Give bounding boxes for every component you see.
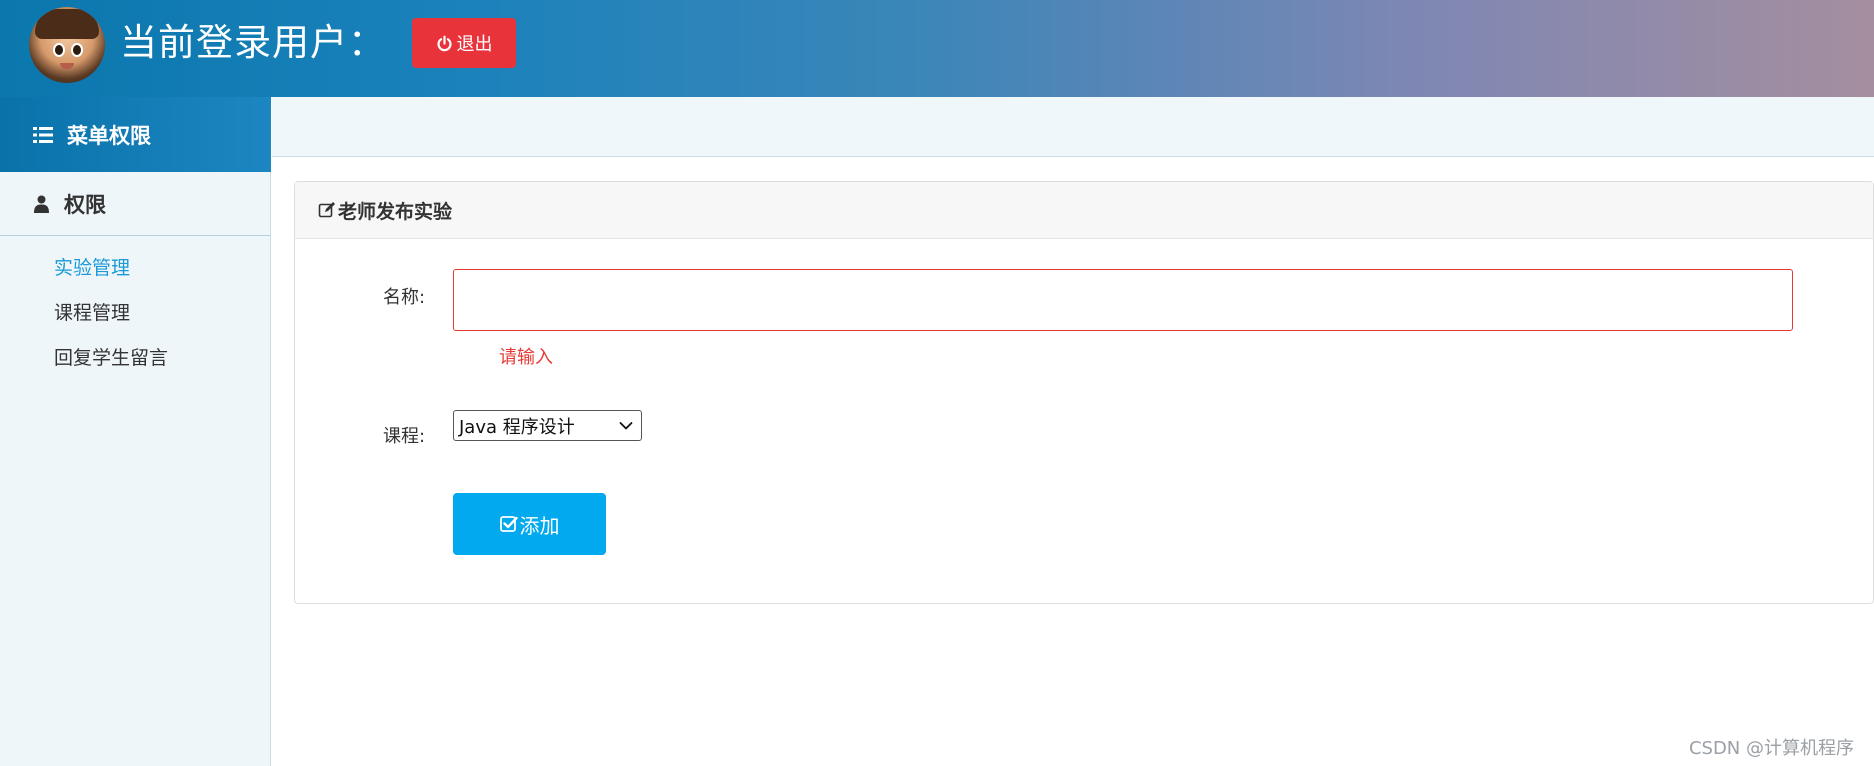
sidebar-heading: 菜单权限 [0,97,271,172]
logout-button[interactable]: 退出 [412,18,516,68]
panel-title: 老师发布实验 [338,200,453,223]
publish-experiment-panel: 老师发布实验 名称: 请输入 课程: Java 程序设计 添加 [294,181,1874,604]
sidebar-item-experiment-management[interactable]: 实验管理 [0,246,270,291]
course-select[interactable]: Java 程序设计 [453,410,642,441]
course-selected-value: Java 程序设计 [459,416,575,438]
name-label: 名称: [383,287,426,308]
add-button[interactable]: 添加 [453,493,606,555]
sidebar-heading-label: 菜单权限 [67,123,151,148]
course-label: 课程: [383,426,426,447]
sidebar-section-permissions[interactable]: 权限 [0,172,270,236]
current-user-label: 当前登录用户： [120,21,386,64]
sidebar-menu: 实验管理 课程管理 回复学生留言 [0,236,270,381]
edit-icon [318,202,335,218]
add-button-label: 添加 [519,513,560,538]
check-square-icon [499,516,518,532]
chevron-down-icon [619,421,633,429]
name-input[interactable] [453,269,1793,331]
sidebar-item-reply-messages[interactable]: 回复学生留言 [0,336,270,381]
sidebar-section-label: 权限 [64,192,106,217]
name-error-message: 请输入 [499,347,553,368]
logout-label: 退出 [456,34,493,55]
user-icon [34,195,49,213]
list-icon [33,126,53,143]
user-avatar[interactable] [29,7,105,83]
sidebar-item-course-management[interactable]: 课程管理 [0,291,270,336]
sidebar: 菜单权限 权限 实验管理 课程管理 回复学生留言 [0,97,271,766]
csdn-watermark: CSDN @计算机程序 [1688,738,1854,759]
power-icon [436,35,452,51]
content-top-strip [272,97,1874,157]
panel-header: 老师发布实验 [295,182,1873,239]
header-bar: 当前登录用户： 退出 [0,0,1874,97]
